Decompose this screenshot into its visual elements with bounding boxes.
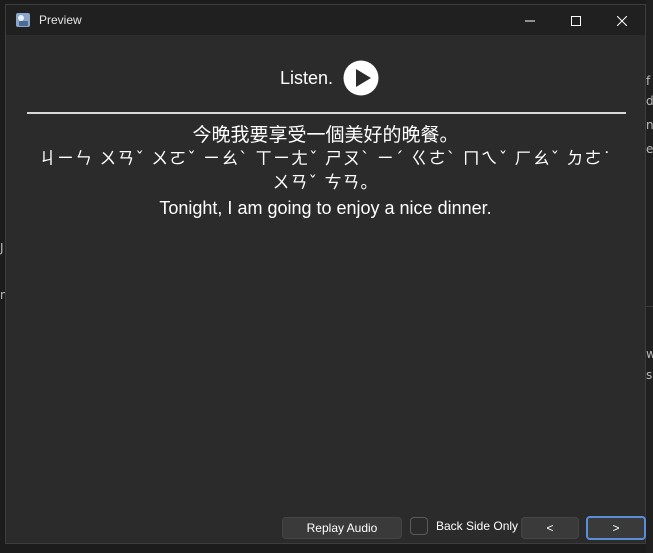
background-right-text-n: n [646, 118, 653, 132]
replay-audio-button[interactable]: Replay Audio [282, 517, 402, 539]
maximize-button[interactable] [553, 5, 599, 35]
card-preview: Listen. 今晚我要享受一個美好的晚餐。 ㄐㄧㄣ ㄨㄢˇ ㄨㄛˇ ㄧㄠˋ ㄒ… [6, 35, 646, 543]
background-right-text-e: e [646, 142, 653, 156]
previous-button[interactable]: < [521, 517, 579, 539]
background-left-text-j: J [0, 241, 4, 255]
bopomofo-sentence: ㄐㄧㄣ ㄨㄢˇ ㄨㄛˇ ㄧㄠˋ ㄒㄧㄤˇ ㄕㄡˋ ㄧˊ ㄍㄜˋ ㄇㄟˇ ㄏㄠˇ … [38, 149, 613, 193]
back-side-only-label[interactable]: Back Side Only [436, 519, 518, 533]
background-right-text-sp: sp [646, 368, 653, 382]
minimize-icon [525, 11, 535, 30]
play-audio-button[interactable] [343, 60, 379, 96]
background-divider [646, 306, 653, 307]
background-right-text-d: d [646, 94, 653, 108]
back-side-only-checkbox[interactable] [410, 517, 428, 535]
close-icon [616, 11, 628, 30]
play-icon [343, 60, 379, 96]
minimize-button[interactable] [507, 5, 553, 35]
hanzi-sentence: 今晚我要享受一個美好的晚餐。 [192, 124, 459, 146]
card-back-text: 今晚我要享受一個美好的晚餐。 ㄐㄧㄣ ㄨㄢˇ ㄨㄛˇ ㄧㄠˋ ㄒㄧㄤˇ ㄕㄡˋ … [16, 123, 635, 221]
listen-row: Listen. [6, 60, 645, 96]
preview-window: Preview Listen. 今晚我要享受一個美好的晚餐。 ㄐㄧㄣ ㄨㄢˇ ㄨ… [5, 4, 646, 544]
title-bar[interactable]: Preview [6, 5, 645, 35]
window-title: Preview [39, 13, 82, 27]
preview-toolbar: Replay Audio Back Side Only < > [6, 516, 646, 543]
english-translation: Tonight, I am going to enjoy a nice dinn… [159, 198, 492, 218]
close-button[interactable] [599, 5, 645, 35]
listen-label: Listen. [279, 67, 334, 88]
window-controls [507, 5, 645, 35]
card-divider [27, 112, 626, 114]
next-button[interactable]: > [586, 516, 646, 540]
maximize-icon [571, 11, 581, 30]
background-right-text-w: w [646, 347, 653, 361]
app-icon [15, 12, 31, 28]
